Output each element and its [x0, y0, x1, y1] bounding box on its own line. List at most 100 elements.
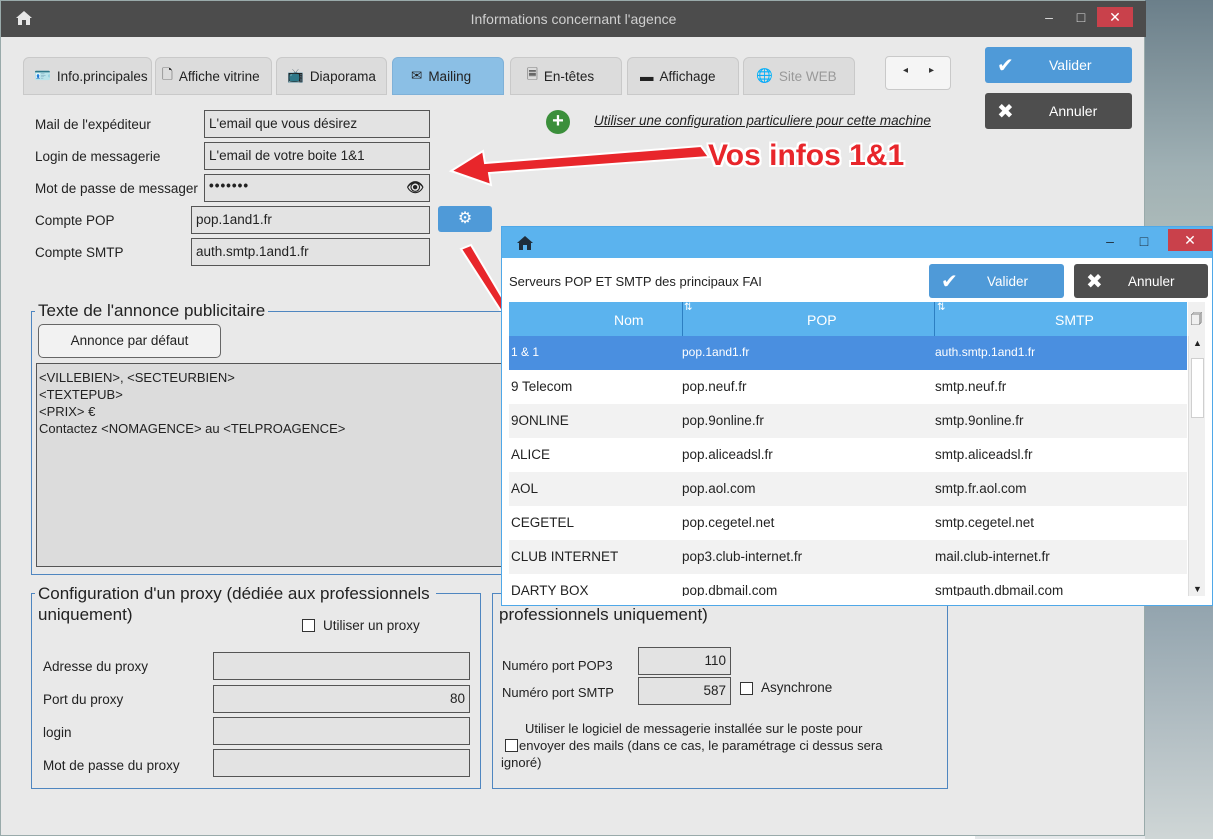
popup-annuler-label: Annuler — [1128, 274, 1175, 289]
proxy-legend: Configuration d'un proxy (dédiée aux pro… — [35, 583, 436, 604]
cell-nom: ALICE — [511, 447, 551, 462]
login-field[interactable]: L'email de votre boite 1&1 — [204, 142, 430, 170]
cell-smtp: smtp.fr.aol.com — [935, 481, 1027, 496]
popup-annuler-button[interactable]: ✖ Annuler — [1074, 264, 1208, 298]
cell-nom: DARTY BOX — [511, 583, 589, 596]
proxy-password-field[interactable] — [213, 749, 470, 777]
close-button[interactable]: ✕ — [1097, 7, 1133, 27]
table-row[interactable]: ALICE pop.aliceadsl.fr smtp.aliceadsl.fr — [509, 438, 1187, 472]
tab-affiche-vitrine[interactable]: 🗋 Affiche vitrine — [155, 57, 272, 95]
proxy-address-label: Adresse du proxy — [43, 659, 149, 674]
home-icon[interactable] — [516, 235, 534, 251]
proxy-port-label: Port du proxy — [43, 692, 124, 707]
gear-icon[interactable]: ⚙ — [438, 206, 492, 232]
smtp-account-field[interactable]: auth.smtp.1and1.fr — [191, 238, 430, 266]
tv-icon: 📺 — [287, 68, 304, 83]
add-config-text[interactable]: Utiliser une configuration particuliere … — [594, 113, 931, 128]
password-dots: ••••••• — [209, 178, 250, 193]
popup-valider-button[interactable]: ✔ Valider — [929, 264, 1064, 298]
prev-tab-arrow[interactable]: ◂ — [903, 65, 908, 76]
sender-label: Mail de l'expéditeur — [35, 117, 151, 132]
tab-affichage[interactable]: ▬ Affichage — [627, 57, 739, 95]
monitor-icon: ▬ — [640, 68, 654, 84]
tab-label: Site WEB — [778, 68, 837, 84]
popup-minimize-button[interactable]: – — [1092, 231, 1128, 251]
popup-header-text: Serveurs POP ET SMTP des principaux FAI — [509, 274, 762, 289]
next-tab-arrow[interactable]: ▸ — [929, 65, 934, 76]
password-field[interactable]: ••••••• 👁 — [204, 174, 430, 202]
check-icon: ✔ — [997, 55, 1014, 77]
table-row[interactable]: 9 Telecom pop.neuf.fr smtp.neuf.fr — [509, 370, 1187, 404]
tab-label: Info.principales — [56, 68, 148, 84]
grid-scrollbar[interactable]: ▲ ▼ — [1188, 336, 1205, 596]
cell-pop: pop.9online.fr — [682, 413, 764, 428]
cell-pop: pop.cegetel.net — [682, 515, 775, 530]
proxy-password-label: Mot de passe du proxy — [43, 758, 180, 773]
tab-label: En-têtes — [543, 68, 595, 84]
cell-nom: CEGETEL — [511, 515, 575, 530]
scroll-up-arrow[interactable]: ▲ — [1193, 338, 1202, 348]
cell-pop: pop.1and1.fr — [682, 345, 750, 359]
pop-label: Compte POP — [35, 213, 115, 228]
window-title: Informations concernant l'agence — [470, 11, 677, 27]
tab-info-principales[interactable]: 🪪 Info.principales — [23, 57, 152, 95]
popup-close-button[interactable]: ✕ — [1168, 229, 1212, 251]
cell-pop: pop.dbmail.com — [682, 583, 778, 596]
popup-valider-label: Valider — [987, 274, 1029, 289]
header-doc-icon: 🗏 — [527, 66, 538, 82]
minimize-button[interactable]: – — [1031, 7, 1067, 27]
ad-text-legend: Texte de l'annonce publicitaire — [35, 301, 269, 321]
async-checkbox[interactable] — [740, 682, 753, 695]
table-row[interactable]: 1 & 1 pop.1and1.fr auth.smtp.1and1.fr — [509, 336, 1187, 370]
cell-nom: 9ONLINE — [511, 413, 569, 428]
table-row[interactable]: DARTY BOX pop.dbmail.com smtpauth.dbmail… — [509, 574, 1187, 596]
tab-scroll-arrows: ◂ ▸ — [885, 56, 951, 90]
column-header-pop[interactable]: POP — [807, 312, 837, 328]
tab-label: Mailing — [428, 68, 472, 84]
tab-site-web[interactable]: 🌐 Site WEB — [743, 57, 855, 95]
isp-grid: 1 & 1 pop.1and1.fr auth.smtp.1and1.fr 9 … — [509, 336, 1187, 596]
column-separator — [934, 302, 935, 336]
maximize-button[interactable]: □ — [1063, 7, 1099, 27]
smtp-port-field[interactable]: 587 — [638, 677, 731, 705]
proxy-login-field[interactable] — [213, 717, 470, 745]
popup-maximize-button[interactable]: □ — [1126, 231, 1162, 251]
annuler-button[interactable]: ✖ Annuler — [985, 93, 1132, 129]
async-label: Asynchrone — [761, 680, 833, 695]
cell-nom: 1 & 1 — [511, 345, 540, 359]
table-row[interactable]: CLUB INTERNET pop3.club-internet.fr mail… — [509, 540, 1187, 574]
pop3-port-field[interactable]: 110 — [638, 647, 731, 675]
smtp-port-label: Numéro port SMTP — [502, 685, 614, 700]
sort-icon[interactable]: ⇅ — [937, 302, 945, 313]
check-icon: ✔ — [941, 271, 958, 293]
tab-en-tetes[interactable]: 🗏 En-têtes — [510, 57, 622, 95]
cell-smtp: mail.club-internet.fr — [935, 549, 1050, 564]
eye-icon[interactable]: 👁 — [406, 179, 425, 196]
column-header-smtp[interactable]: SMTP — [1055, 312, 1094, 328]
column-header-nom[interactable]: Nom — [614, 312, 644, 328]
valider-button[interactable]: ✔ Valider — [985, 47, 1132, 83]
sender-email-field[interactable]: L'email que vous désirez — [204, 110, 430, 138]
tab-diaporama[interactable]: 📺 Diaporama — [276, 57, 387, 95]
tab-label: Affichage — [659, 68, 716, 84]
tab-mailing[interactable]: ✉ Mailing — [392, 57, 504, 95]
proxy-port-field[interactable]: 80 — [213, 685, 470, 713]
use-proxy-checkbox[interactable] — [302, 619, 315, 632]
column-separator — [682, 302, 683, 336]
scroll-thumb[interactable] — [1191, 358, 1204, 418]
pop-account-field[interactable]: pop.1and1.fr — [191, 206, 430, 234]
table-row[interactable]: AOL pop.aol.com smtp.fr.aol.com — [509, 472, 1187, 506]
tab-label: Diaporama — [309, 68, 376, 84]
scroll-down-arrow[interactable]: ▼ — [1193, 584, 1202, 594]
cell-smtp: smtpauth.dbmail.com — [935, 583, 1064, 596]
table-row[interactable]: 9ONLINE pop.9online.fr smtp.9online.fr — [509, 404, 1187, 438]
popup-title-bar: – □ ✕ — [502, 227, 1212, 258]
annuler-label: Annuler — [1049, 103, 1098, 119]
column-picker-icon[interactable]: 🗍 — [1188, 302, 1205, 336]
cell-smtp: smtp.9online.fr — [935, 413, 1024, 428]
default-ad-button[interactable]: Annonce par défaut — [38, 324, 221, 358]
table-row[interactable]: CEGETEL pop.cegetel.net smtp.cegetel.net — [509, 506, 1187, 540]
proxy-address-field[interactable] — [213, 652, 470, 680]
ad-text-area[interactable]: <VILLEBIEN>, <SECTEURBIEN> <TEXTEPUB> <P… — [36, 363, 511, 567]
sort-icon[interactable]: ⇅ — [684, 302, 692, 313]
